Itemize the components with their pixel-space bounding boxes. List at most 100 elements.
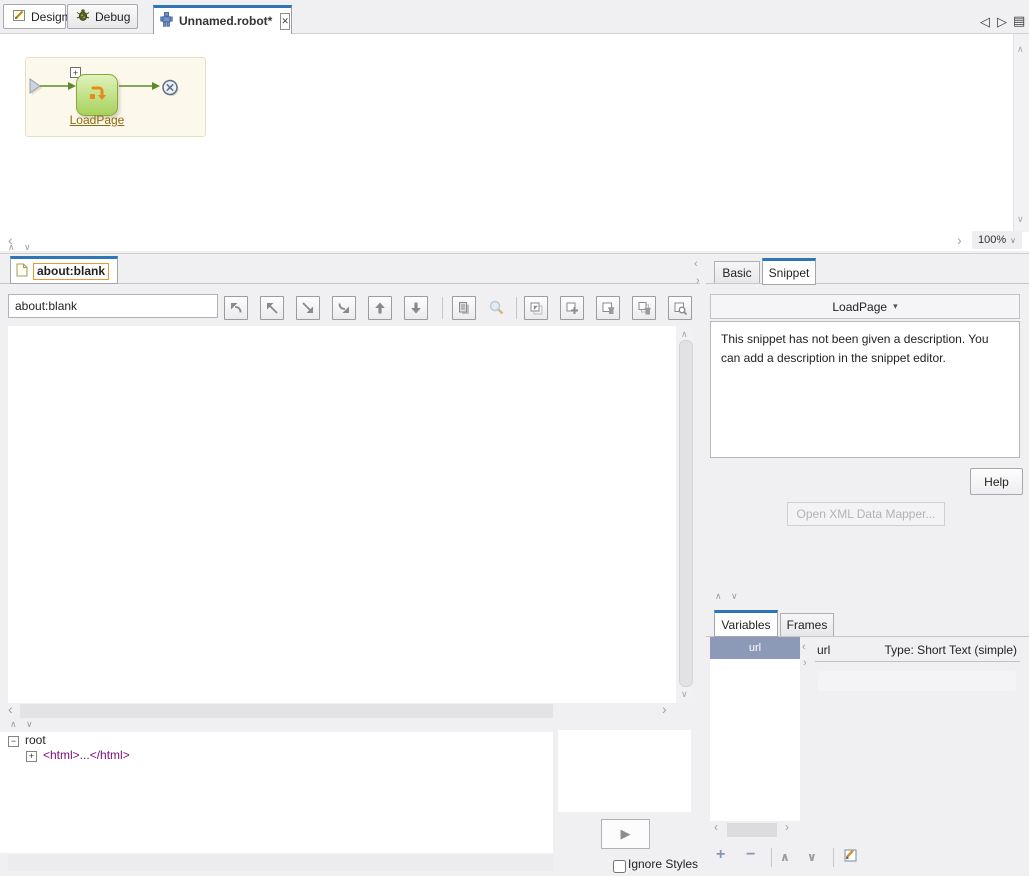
last-page-icon	[337, 301, 351, 315]
tree-pane-down-icon[interactable]: ∨	[26, 720, 39, 729]
windows-delete-icon	[637, 301, 652, 316]
tab-basic[interactable]: Basic	[714, 261, 760, 284]
up-arrow-icon	[373, 301, 387, 315]
tree-expand-icon[interactable]: +	[26, 751, 37, 762]
design-icon	[12, 8, 26, 25]
tree-collapse-icon[interactable]: −	[8, 736, 19, 747]
search-icon	[488, 299, 506, 317]
varlist-hscroll-thumb[interactable]	[727, 823, 777, 837]
document-tab-title: Unnamed.robot*	[179, 14, 272, 28]
mapper-button-label: Open XML Data Mapper...	[797, 507, 936, 521]
edit-variable-button[interactable]	[842, 846, 860, 867]
parent-frame-button[interactable]	[368, 296, 392, 320]
varlist-hscroll-right-icon[interactable]: ›	[785, 820, 789, 834]
find-in-page-button[interactable]	[488, 299, 506, 320]
zoom-level-select[interactable]: 100% ∨	[972, 231, 1022, 249]
variables-pane-up-icon[interactable]: ∧	[715, 592, 728, 601]
chevron-down-icon: ∨	[1010, 236, 1016, 245]
open-window-button[interactable]	[524, 296, 548, 320]
ignore-styles-checkbox[interactable]	[613, 860, 626, 873]
toolbar-separator	[516, 297, 517, 319]
browser-scroll-down-icon[interactable]: ∨	[681, 690, 688, 699]
tab-list-icon[interactable]: ▤	[1013, 14, 1025, 27]
goto-last-loaded-page-button[interactable]	[332, 296, 356, 320]
detail-collapse-left-icon[interactable]: ‹	[802, 640, 806, 654]
close-window-button[interactable]	[596, 296, 620, 320]
toolbar-separator	[771, 848, 772, 867]
right-tabstrip-border	[706, 283, 1029, 284]
ignore-styles-label: Ignore Styles	[628, 857, 698, 871]
snippet-selector[interactable]: LoadPage ▾	[710, 294, 1020, 319]
document-tab[interactable]: Unnamed.robot* ✕	[153, 5, 292, 34]
move-variable-down-button[interactable]: ∨	[807, 850, 817, 864]
tab-frames-label: Frames	[787, 618, 828, 632]
tab-snippet[interactable]: Snippet	[762, 258, 816, 285]
copy-document-icon	[457, 301, 471, 315]
move-variable-up-button[interactable]: ∧	[780, 850, 790, 864]
browser-tab[interactable]: about:blank	[10, 256, 118, 284]
page-icon	[16, 263, 28, 280]
tag-preview-box	[558, 730, 691, 812]
child-frame-button[interactable]	[404, 296, 428, 320]
close-all-windows-button[interactable]	[632, 296, 656, 320]
browser-view[interactable]	[8, 326, 676, 703]
back-in-browser-button[interactable]	[260, 296, 284, 320]
design-mode-button[interactable]: Design	[3, 4, 66, 29]
zoom-window-button[interactable]	[668, 296, 692, 320]
variable-type-label: Type: Short Text (simple)	[815, 643, 1017, 657]
tree-root-item[interactable]: root	[25, 733, 46, 747]
varlist-hscroll-left-icon[interactable]: ‹	[714, 820, 718, 834]
tree-html-item[interactable]: <html>...</html>	[43, 748, 130, 762]
new-window-button[interactable]	[560, 296, 584, 320]
execute-button[interactable]: ▶	[601, 819, 650, 849]
add-variable-button[interactable]: +	[716, 846, 725, 864]
close-tab-icon[interactable]: ✕	[280, 13, 290, 30]
browser-hscroll-thumb[interactable]	[20, 704, 553, 718]
tab-variables-label: Variables	[721, 618, 770, 632]
tab-frames[interactable]: Frames	[780, 613, 834, 637]
tab-scroll-right-icon[interactable]: ▷	[997, 15, 1007, 28]
splitter-collapse-left-icon[interactable]: ‹	[694, 257, 698, 271]
tab-variables[interactable]: Variables	[714, 610, 778, 637]
browser-hscroll-left-icon[interactable]: ‹	[8, 702, 13, 716]
variables-pane-down-icon[interactable]: ∨	[731, 592, 744, 601]
loadpage-step-node[interactable]	[76, 74, 118, 116]
first-page-icon	[229, 301, 243, 315]
tree-pane-up-icon[interactable]: ∧	[10, 720, 23, 729]
end-node-icon[interactable]	[160, 78, 180, 101]
flow-arrow-in	[40, 80, 77, 95]
open-xml-data-mapper-button[interactable]: Open XML Data Mapper...	[787, 502, 945, 526]
variable-list-item[interactable]: url	[710, 637, 800, 659]
window-go-icon	[529, 301, 544, 316]
remove-variable-button[interactable]: −	[746, 846, 755, 864]
detail-expand-right-icon[interactable]: ›	[803, 656, 807, 670]
canvas-scroll-up-icon[interactable]: ∧	[1017, 45, 1024, 54]
horizontal-splitter[interactable]	[0, 253, 1029, 254]
canvas-scroll-right-icon[interactable]: ›	[957, 233, 962, 247]
variable-list[interactable]	[710, 637, 800, 821]
canvas-vertical-scrollbar[interactable]	[1013, 34, 1029, 232]
address-input[interactable]	[8, 294, 218, 318]
debug-mode-button[interactable]: Debug	[67, 4, 138, 29]
flow-arrow-out	[119, 80, 161, 95]
pane-collapse-up-icon[interactable]: ∧	[8, 243, 21, 252]
step-label[interactable]: LoadPage	[59, 113, 135, 127]
pane-collapse-down-icon[interactable]: ∨	[24, 243, 37, 252]
help-button[interactable]: Help	[970, 468, 1023, 495]
copy-page-button[interactable]	[452, 296, 476, 320]
canvas-scroll-down-icon[interactable]: ∨	[1017, 215, 1024, 224]
browser-scroll-up-icon[interactable]: ∧	[681, 330, 688, 339]
down-arrow-icon	[409, 301, 423, 315]
goto-first-loaded-page-button[interactable]	[224, 296, 248, 320]
debug-icon	[76, 8, 90, 25]
forward-in-browser-button[interactable]	[296, 296, 320, 320]
variable-value-input[interactable]	[818, 671, 1016, 691]
toolbar-separator	[833, 848, 834, 867]
splitter-expand-right-icon[interactable]: ›	[696, 274, 700, 288]
browser-hscroll-right-icon[interactable]: ›	[662, 702, 667, 716]
zoom-level-value: 100%	[978, 234, 1006, 246]
window-zoom-icon	[673, 301, 688, 316]
tab-scroll-left-icon[interactable]: ◁	[980, 15, 990, 28]
chevron-down-icon: ▾	[893, 301, 898, 312]
browser-vscroll-thumb[interactable]	[679, 340, 693, 687]
